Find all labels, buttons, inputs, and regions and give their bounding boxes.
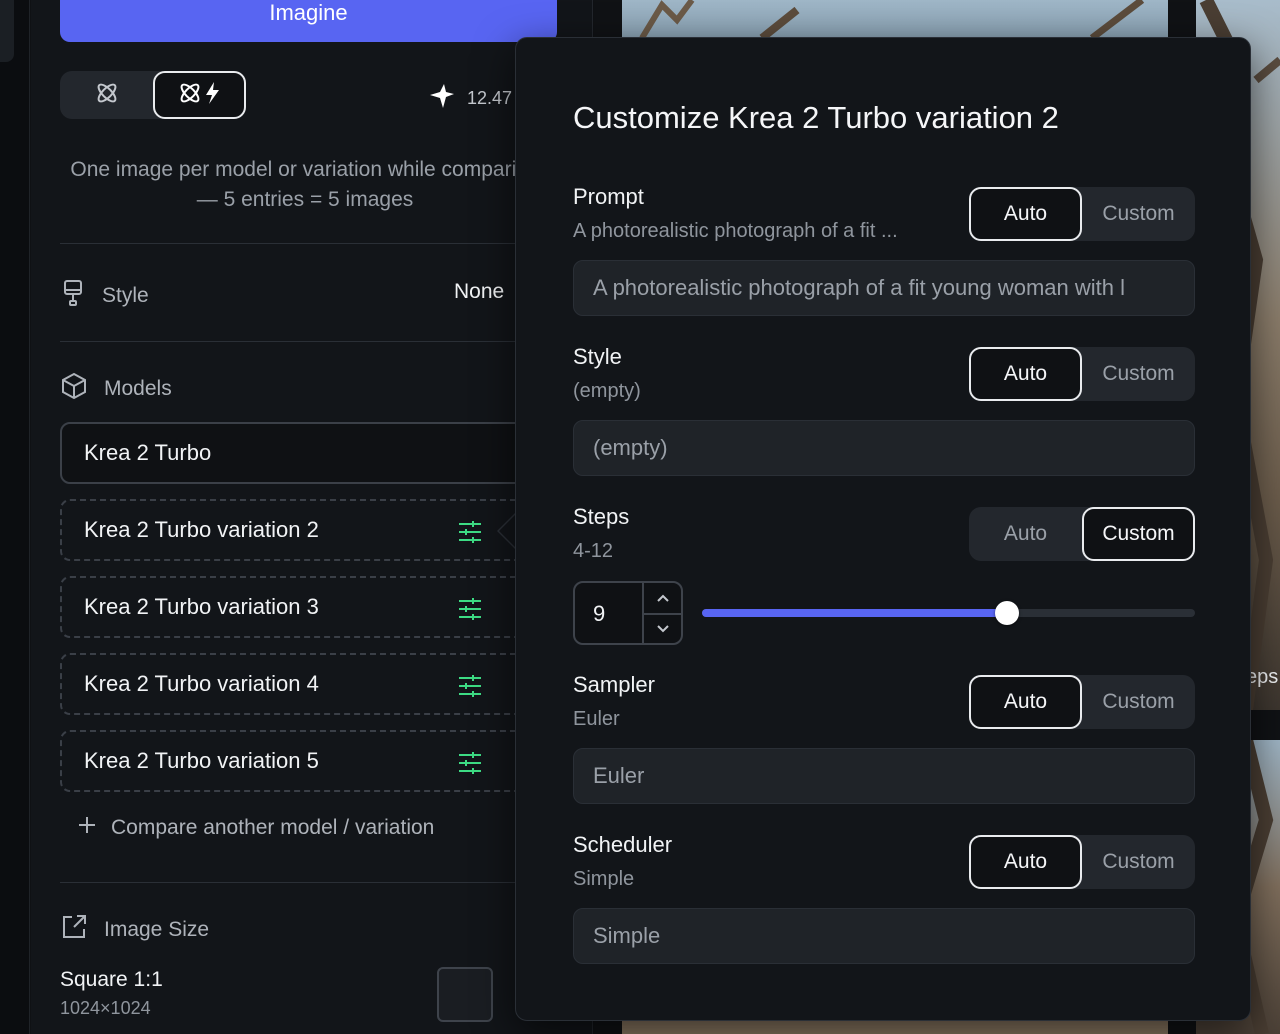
popover-pointer-inner: [499, 514, 516, 548]
model-card-krea-2-turbo[interactable]: Krea 2 Turbo: [60, 422, 530, 484]
prompt-label: Prompt: [573, 184, 644, 209]
model-card-variation-5[interactable]: Krea 2 Turbo variation 5: [60, 730, 530, 792]
sliders-icon[interactable]: [457, 597, 483, 627]
atom-icon: [94, 80, 120, 111]
prompt-auto-option[interactable]: Auto: [969, 187, 1082, 241]
standard-mode-option[interactable]: [60, 71, 153, 119]
edge-tab[interactable]: [0, 0, 14, 62]
compare-note: One image per model or variation while c…: [70, 158, 540, 211]
gallery-image[interactable]: [622, 1020, 1168, 1034]
gallery-image[interactable]: [622, 0, 1168, 38]
sampler-label: Sampler: [573, 672, 655, 697]
sampler-summary: Euler: [573, 708, 620, 730]
style-custom-option[interactable]: Custom: [1082, 347, 1195, 401]
steps-slider[interactable]: [702, 601, 1195, 625]
model-card-variation-2[interactable]: Krea 2 Turbo variation 2: [60, 499, 530, 561]
image-size-dimensions: 1024×1024: [60, 998, 151, 1018]
divider: [60, 243, 530, 244]
steps-auto-option[interactable]: Auto: [969, 507, 1082, 561]
scheduler-summary: Simple: [573, 868, 635, 890]
steps-stepper[interactable]: 9: [573, 581, 683, 645]
model-card-variation-3[interactable]: Krea 2 Turbo variation 3: [60, 576, 530, 638]
slider-thumb[interactable]: [995, 601, 1019, 625]
plus-icon: [77, 815, 97, 841]
scheduler-auto-option[interactable]: Auto: [969, 835, 1082, 889]
model-name: Krea 2 Turbo variation 4: [84, 671, 319, 696]
model-name: Krea 2 Turbo variation 3: [84, 594, 319, 619]
prompt-summary: A photorealistic photograph of a fit ...: [573, 220, 898, 242]
sampler-auto-option[interactable]: Auto: [969, 675, 1082, 729]
style-auto-option[interactable]: Auto: [969, 347, 1082, 401]
scheduler-mode-toggle: Auto Custom: [969, 835, 1195, 889]
customize-variation-popover: Customize Krea 2 Turbo variation 2 Promp…: [515, 37, 1251, 1021]
style-label: Style: [102, 284, 149, 307]
sliders-icon[interactable]: [457, 520, 483, 550]
image-size-header: Image Size: [60, 913, 209, 947]
steps-label: Steps: [573, 504, 630, 529]
model-name: Krea 2 Turbo variation 5: [84, 748, 319, 773]
steps-custom-option[interactable]: Custom: [1082, 507, 1195, 561]
scheduler-label: Scheduler: [573, 832, 673, 857]
chevron-down-icon[interactable]: [644, 615, 681, 643]
style-field-label: Style: [573, 344, 622, 369]
aspect-ratio-preview[interactable]: [437, 967, 493, 1022]
app-edge: [0, 0, 30, 1034]
slider-fill: [702, 609, 1007, 617]
divider: [60, 341, 530, 342]
prompt-field[interactable]: A photorealistic photograph of a fit you…: [573, 260, 1195, 316]
atom-bolt-icon: [177, 80, 223, 111]
steps-value[interactable]: 9: [593, 601, 605, 627]
sampler-custom-option[interactable]: Custom: [1082, 675, 1195, 729]
prompt-custom-option[interactable]: Custom: [1082, 187, 1195, 241]
resize-icon: [60, 913, 88, 947]
sparkle-icon: [429, 83, 455, 114]
cube-icon: [60, 372, 88, 406]
models-label: Models: [104, 377, 172, 400]
sampler-mode-toggle: Auto Custom: [969, 675, 1195, 729]
sliders-icon[interactable]: [457, 751, 483, 781]
image-size-name: Square 1:1: [60, 968, 163, 991]
credits-balance: 12.47: [429, 83, 512, 114]
sliders-icon[interactable]: [457, 674, 483, 704]
imagine-button[interactable]: Imagine: [60, 0, 557, 42]
style-mode-toggle: Auto Custom: [969, 347, 1195, 401]
models-header: Models: [60, 372, 172, 406]
image-size-label: Image Size: [104, 918, 210, 941]
chevron-up-icon[interactable]: [644, 583, 681, 613]
divider: [60, 882, 530, 883]
steps-mode-toggle: Auto Custom: [969, 507, 1195, 561]
add-compare-label: Compare another model / variation: [111, 816, 435, 839]
style-value[interactable]: None: [454, 280, 504, 304]
style-field-summary: (empty): [573, 380, 641, 402]
scheduler-field[interactable]: Simple: [573, 908, 1195, 964]
style-field[interactable]: (empty): [573, 420, 1195, 476]
model-card-variation-4[interactable]: Krea 2 Turbo variation 4: [60, 653, 530, 715]
scheduler-custom-option[interactable]: Custom: [1082, 835, 1195, 889]
prompt-mode-toggle: Auto Custom: [969, 187, 1195, 241]
model-name: Krea 2 Turbo: [84, 440, 212, 465]
popover-title: Customize Krea 2 Turbo variation 2: [573, 100, 1059, 135]
sampler-field[interactable]: Euler: [573, 748, 1195, 804]
turbo-mode-option[interactable]: [153, 71, 246, 119]
generation-mode-toggle: [60, 71, 246, 119]
credits-value: 12.47: [467, 88, 513, 108]
add-compare-button[interactable]: Compare another model / variation: [77, 815, 434, 841]
brush-icon: [60, 279, 86, 313]
style-row[interactable]: Style: [60, 279, 149, 313]
model-name: Krea 2 Turbo variation 2: [84, 517, 319, 542]
steps-range: 4-12: [573, 540, 614, 562]
